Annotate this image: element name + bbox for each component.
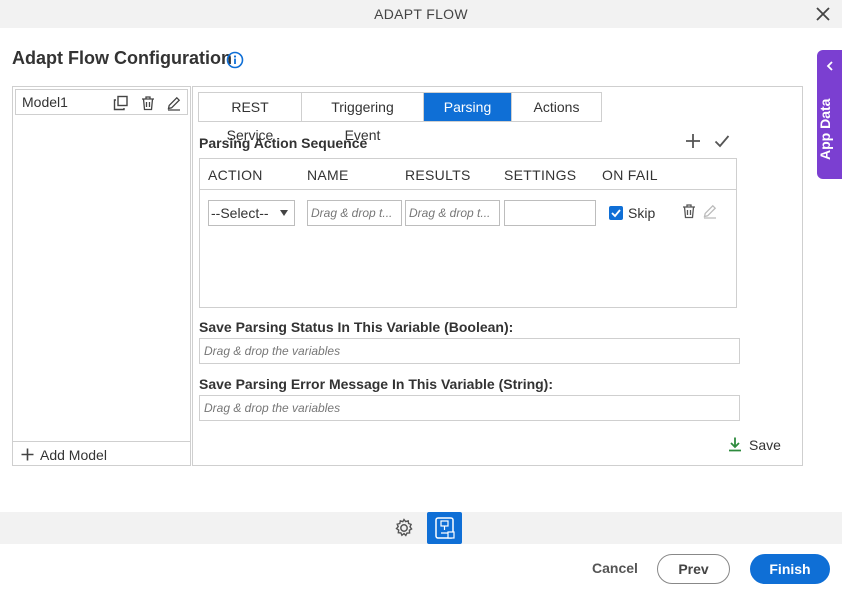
model-item[interactable]: Model1 (15, 89, 188, 115)
tab-actions[interactable]: Actions (512, 93, 601, 121)
app-data-tab[interactable]: App Data (817, 50, 842, 179)
plus-icon (21, 448, 34, 461)
tab-rest-service[interactable]: REST Service (199, 93, 302, 143)
bottom-toolbar (0, 512, 842, 544)
flow-diagram-icon (435, 517, 455, 539)
tab-parsing[interactable]: Parsing (424, 93, 512, 121)
prev-button[interactable]: Prev (657, 554, 730, 584)
action-select[interactable]: --Select-- (208, 200, 295, 226)
table-header: ACTION NAME RESULTS SETTINGS ON FAIL (200, 159, 736, 190)
name-drop-field[interactable]: Drag & drop t... (307, 200, 402, 226)
section-title: Parsing Action Sequence (199, 135, 368, 151)
check-icon[interactable] (713, 132, 731, 150)
window-titlebar: ADAPT FLOW (0, 0, 842, 28)
column-header-results: RESULTS (405, 167, 471, 183)
skip-label: Skip (628, 205, 656, 221)
add-model-button[interactable]: Add Model (13, 441, 190, 465)
window-title: ADAPT FLOW (374, 6, 468, 22)
gear-icon[interactable] (393, 517, 415, 539)
add-icon[interactable] (684, 132, 702, 150)
download-icon (729, 437, 741, 452)
config-panel: REST Service Triggering Event Parsing Ac… (192, 86, 803, 466)
tab-triggering-event[interactable]: Triggering Event (302, 93, 424, 143)
add-model-label: Add Model (40, 447, 107, 463)
column-header-on-fail: ON FAIL (602, 167, 658, 183)
page-title: Adapt Flow Configuration (12, 48, 232, 68)
status-variable-label: Save Parsing Status In This Variable (Bo… (199, 319, 514, 335)
edit-icon[interactable] (166, 95, 182, 111)
settings-field[interactable] (504, 200, 596, 226)
flow-view-button[interactable] (427, 512, 462, 544)
app-data-label: App Data (817, 98, 833, 160)
edit-row-icon[interactable] (702, 203, 718, 219)
status-variable-field[interactable]: Drag & drop the variables (199, 338, 740, 364)
models-panel: Model1 Add Model (12, 86, 191, 466)
error-variable-field[interactable]: Drag & drop the variables (199, 395, 740, 421)
copy-icon[interactable] (113, 95, 129, 111)
chevron-left-icon (826, 61, 833, 71)
info-icon[interactable] (226, 51, 244, 69)
finish-button[interactable]: Finish (750, 554, 830, 584)
column-header-name: NAME (307, 167, 349, 183)
column-header-settings: SETTINGS (504, 167, 577, 183)
table-row: --Select-- Drag & drop t... Drag & drop … (200, 191, 736, 231)
close-icon[interactable] (814, 5, 832, 23)
model-name: Model1 (22, 94, 68, 110)
parsing-action-table: ACTION NAME RESULTS SETTINGS ON FAIL --S… (199, 158, 737, 308)
action-select-value: --Select-- (211, 205, 269, 221)
tab-bar: REST Service Triggering Event Parsing Ac… (198, 92, 602, 143)
trash-icon[interactable] (140, 95, 156, 111)
checkmark-icon (611, 209, 621, 218)
cancel-button[interactable]: Cancel (588, 554, 642, 584)
results-drop-field[interactable]: Drag & drop t... (405, 200, 500, 226)
skip-checkbox[interactable] (609, 206, 623, 220)
save-label: Save (749, 437, 781, 453)
column-header-action: ACTION (208, 167, 263, 183)
error-variable-label: Save Parsing Error Message In This Varia… (199, 376, 554, 392)
delete-row-icon[interactable] (681, 203, 697, 219)
dropdown-arrow-icon (280, 210, 288, 216)
